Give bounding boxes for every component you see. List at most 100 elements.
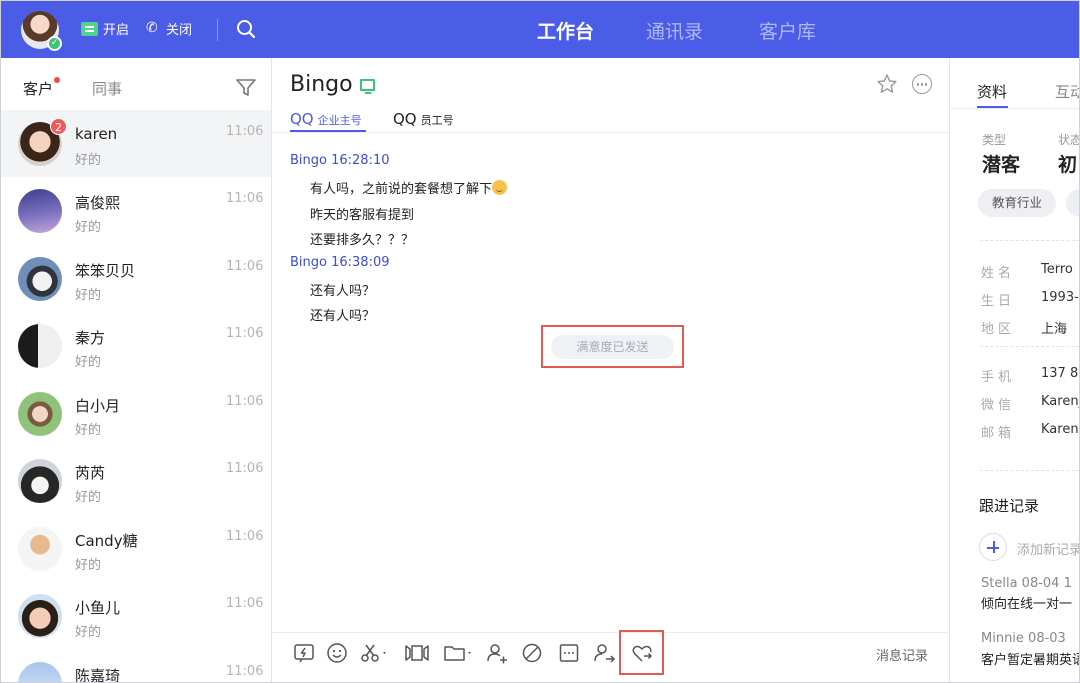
contact-time: 11:06: [226, 259, 264, 274]
star-icon[interactable]: [876, 73, 898, 95]
phone-icon: ✆: [146, 20, 158, 36]
user-avatar[interactable]: ✓: [21, 11, 62, 51]
contact-last-message: 好的: [75, 288, 102, 303]
contact-name: 陈嘉琦: [75, 667, 121, 683]
unread-dot: [54, 77, 60, 83]
quick-reply-icon[interactable]: [292, 641, 316, 665]
customer-profile-panel: 资料 互动 类型 状态 潜客 初 教育行业 姓名 Terro 生日 1993- …: [950, 58, 1080, 682]
status-on-toggle[interactable]: 开启: [81, 19, 129, 38]
filter-icon[interactable]: [236, 79, 256, 97]
tab-profile[interactable]: 资料: [977, 81, 1007, 102]
contact-item[interactable]: 高俊熙 好的 11:06: [1, 177, 271, 244]
contact-name: 笨笨贝贝: [75, 262, 136, 280]
contact-time: 11:06: [226, 596, 264, 611]
contact-item[interactable]: 秦方 好的 11:06: [1, 312, 271, 379]
contact-item[interactable]: 白小月 好的 11:06: [1, 380, 271, 447]
record-body: 客户暂定暑期英语: [981, 653, 1080, 668]
nav-workbench[interactable]: 工作台: [537, 17, 594, 44]
record-header: Minnie 08-03: [981, 631, 1066, 646]
tab-interaction[interactable]: 互动: [1055, 81, 1079, 102]
nav-customer-library[interactable]: 客户库: [759, 17, 816, 44]
emoji-icon[interactable]: [325, 641, 349, 665]
toolbar-divider: [272, 632, 950, 633]
divider: [980, 240, 1079, 241]
message-history-link[interactable]: 消息记录: [876, 645, 928, 664]
contact-time: 11:06: [226, 124, 264, 139]
message-text: 昨天的客服有提到: [310, 208, 415, 223]
contact-item[interactable]: 小鱼儿 好的 11:06: [1, 582, 271, 649]
tab-main-label: QQ: [290, 110, 314, 128]
highlight-box: [619, 630, 664, 675]
field-value: Terro: [1041, 262, 1073, 277]
status-on-label: 开启: [103, 23, 130, 38]
avatar: [18, 527, 62, 571]
field-value: Karen_: [1041, 394, 1079, 409]
tag-chip[interactable]: [1066, 189, 1079, 217]
video-icon[interactable]: [403, 641, 431, 665]
avatar: [18, 324, 62, 368]
message-header: Bingo 16:28:10: [290, 153, 390, 168]
contact-item[interactable]: Candy糖 好的 11:06: [1, 515, 271, 582]
contact-name: 芮芮: [75, 464, 106, 482]
type-label: 类型: [982, 133, 1007, 147]
list-tabs: 客户 同事: [1, 58, 271, 110]
industry-tag[interactable]: 教育行业: [978, 189, 1057, 217]
add-contact-icon[interactable]: [485, 641, 509, 665]
contact-item[interactable]: 陈嘉琦 11:06: [1, 650, 271, 683]
contact-item[interactable]: 笨笨贝贝 好的 11:06: [1, 245, 271, 312]
add-record-link[interactable]: 添加新记录: [1017, 539, 1079, 558]
status-off-toggle[interactable]: ✆ 关闭: [146, 19, 192, 39]
contact-time: 11:06: [226, 461, 264, 476]
tab-colleagues[interactable]: 同事: [92, 78, 122, 99]
field-label: 微信: [981, 398, 1016, 413]
contact-time: 11:06: [226, 664, 264, 679]
contact-item[interactable]: 2 karen 好的 11:06: [1, 110, 271, 177]
tab-qq-staff[interactable]: QQ 员工号: [393, 110, 454, 128]
status-label: 状态: [1058, 133, 1080, 147]
field-label: 邮箱: [981, 426, 1016, 441]
contact-name: 白小月: [75, 397, 121, 415]
follow-up-title: 跟进记录: [979, 497, 1040, 515]
field-value: 137 88: [1041, 366, 1079, 381]
avatar: [18, 594, 62, 638]
screenshot-icon[interactable]: [359, 641, 391, 665]
contact-name: 小鱼儿: [75, 599, 121, 617]
field-label: 手机: [981, 370, 1016, 385]
tab-customers[interactable]: 客户: [23, 78, 53, 99]
tab-qq-enterprise[interactable]: QQ 企业主号: [290, 110, 362, 128]
chat-title: Bingo: [290, 72, 353, 97]
avatar: [18, 257, 62, 301]
app-window: ✓ 开启 ✆ 关闭 工作台 通讯录 客户库 客户 同事 2 karen 好的 1…: [0, 0, 1080, 683]
field-label: 生日: [981, 294, 1016, 309]
divider: [980, 470, 1079, 471]
send-satisfaction-heart-icon[interactable]: [630, 641, 654, 665]
satisfaction-sent-notice: 满意度已发送: [551, 335, 674, 359]
field-label: 地区: [981, 322, 1016, 337]
message-text: 还要排多久？？？: [310, 233, 415, 248]
nav-contacts[interactable]: 通讯录: [646, 17, 703, 44]
field-label: 姓名: [981, 266, 1016, 281]
tab-main-label: QQ: [393, 110, 417, 128]
contact-last-message: 好的: [75, 625, 102, 640]
avatar: [18, 392, 62, 436]
record-body: 倾向在线一对一: [981, 597, 1073, 612]
chat-panel: Bingo QQ 企业主号 QQ 员工号 Bingo 16:28:10 有人吗，之前…: [272, 58, 950, 682]
contact-item[interactable]: 芮芮 好的 11:06: [1, 447, 271, 514]
add-record-icon[interactable]: [979, 533, 1007, 561]
divider: [272, 132, 950, 133]
contact-last-message: 好的: [75, 423, 102, 438]
message-text: 还有人吗？: [310, 284, 376, 299]
folder-icon[interactable]: [443, 641, 477, 665]
search-icon[interactable]: [236, 19, 256, 39]
message-line: 有人吗，之前说的套餐想了解下: [310, 182, 493, 197]
record-header: Stella 08-04 1: [981, 576, 1072, 591]
contact-time: 11:06: [226, 394, 264, 409]
more-options-icon[interactable]: [557, 641, 581, 665]
avatar: [18, 189, 62, 233]
status-value: 初: [1058, 154, 1078, 176]
block-icon[interactable]: [520, 641, 544, 665]
more-icon[interactable]: [912, 74, 932, 94]
transfer-contact-icon[interactable]: [592, 641, 616, 665]
field-value: Karen: [1041, 422, 1079, 437]
contact-last-message: 好的: [75, 355, 102, 370]
